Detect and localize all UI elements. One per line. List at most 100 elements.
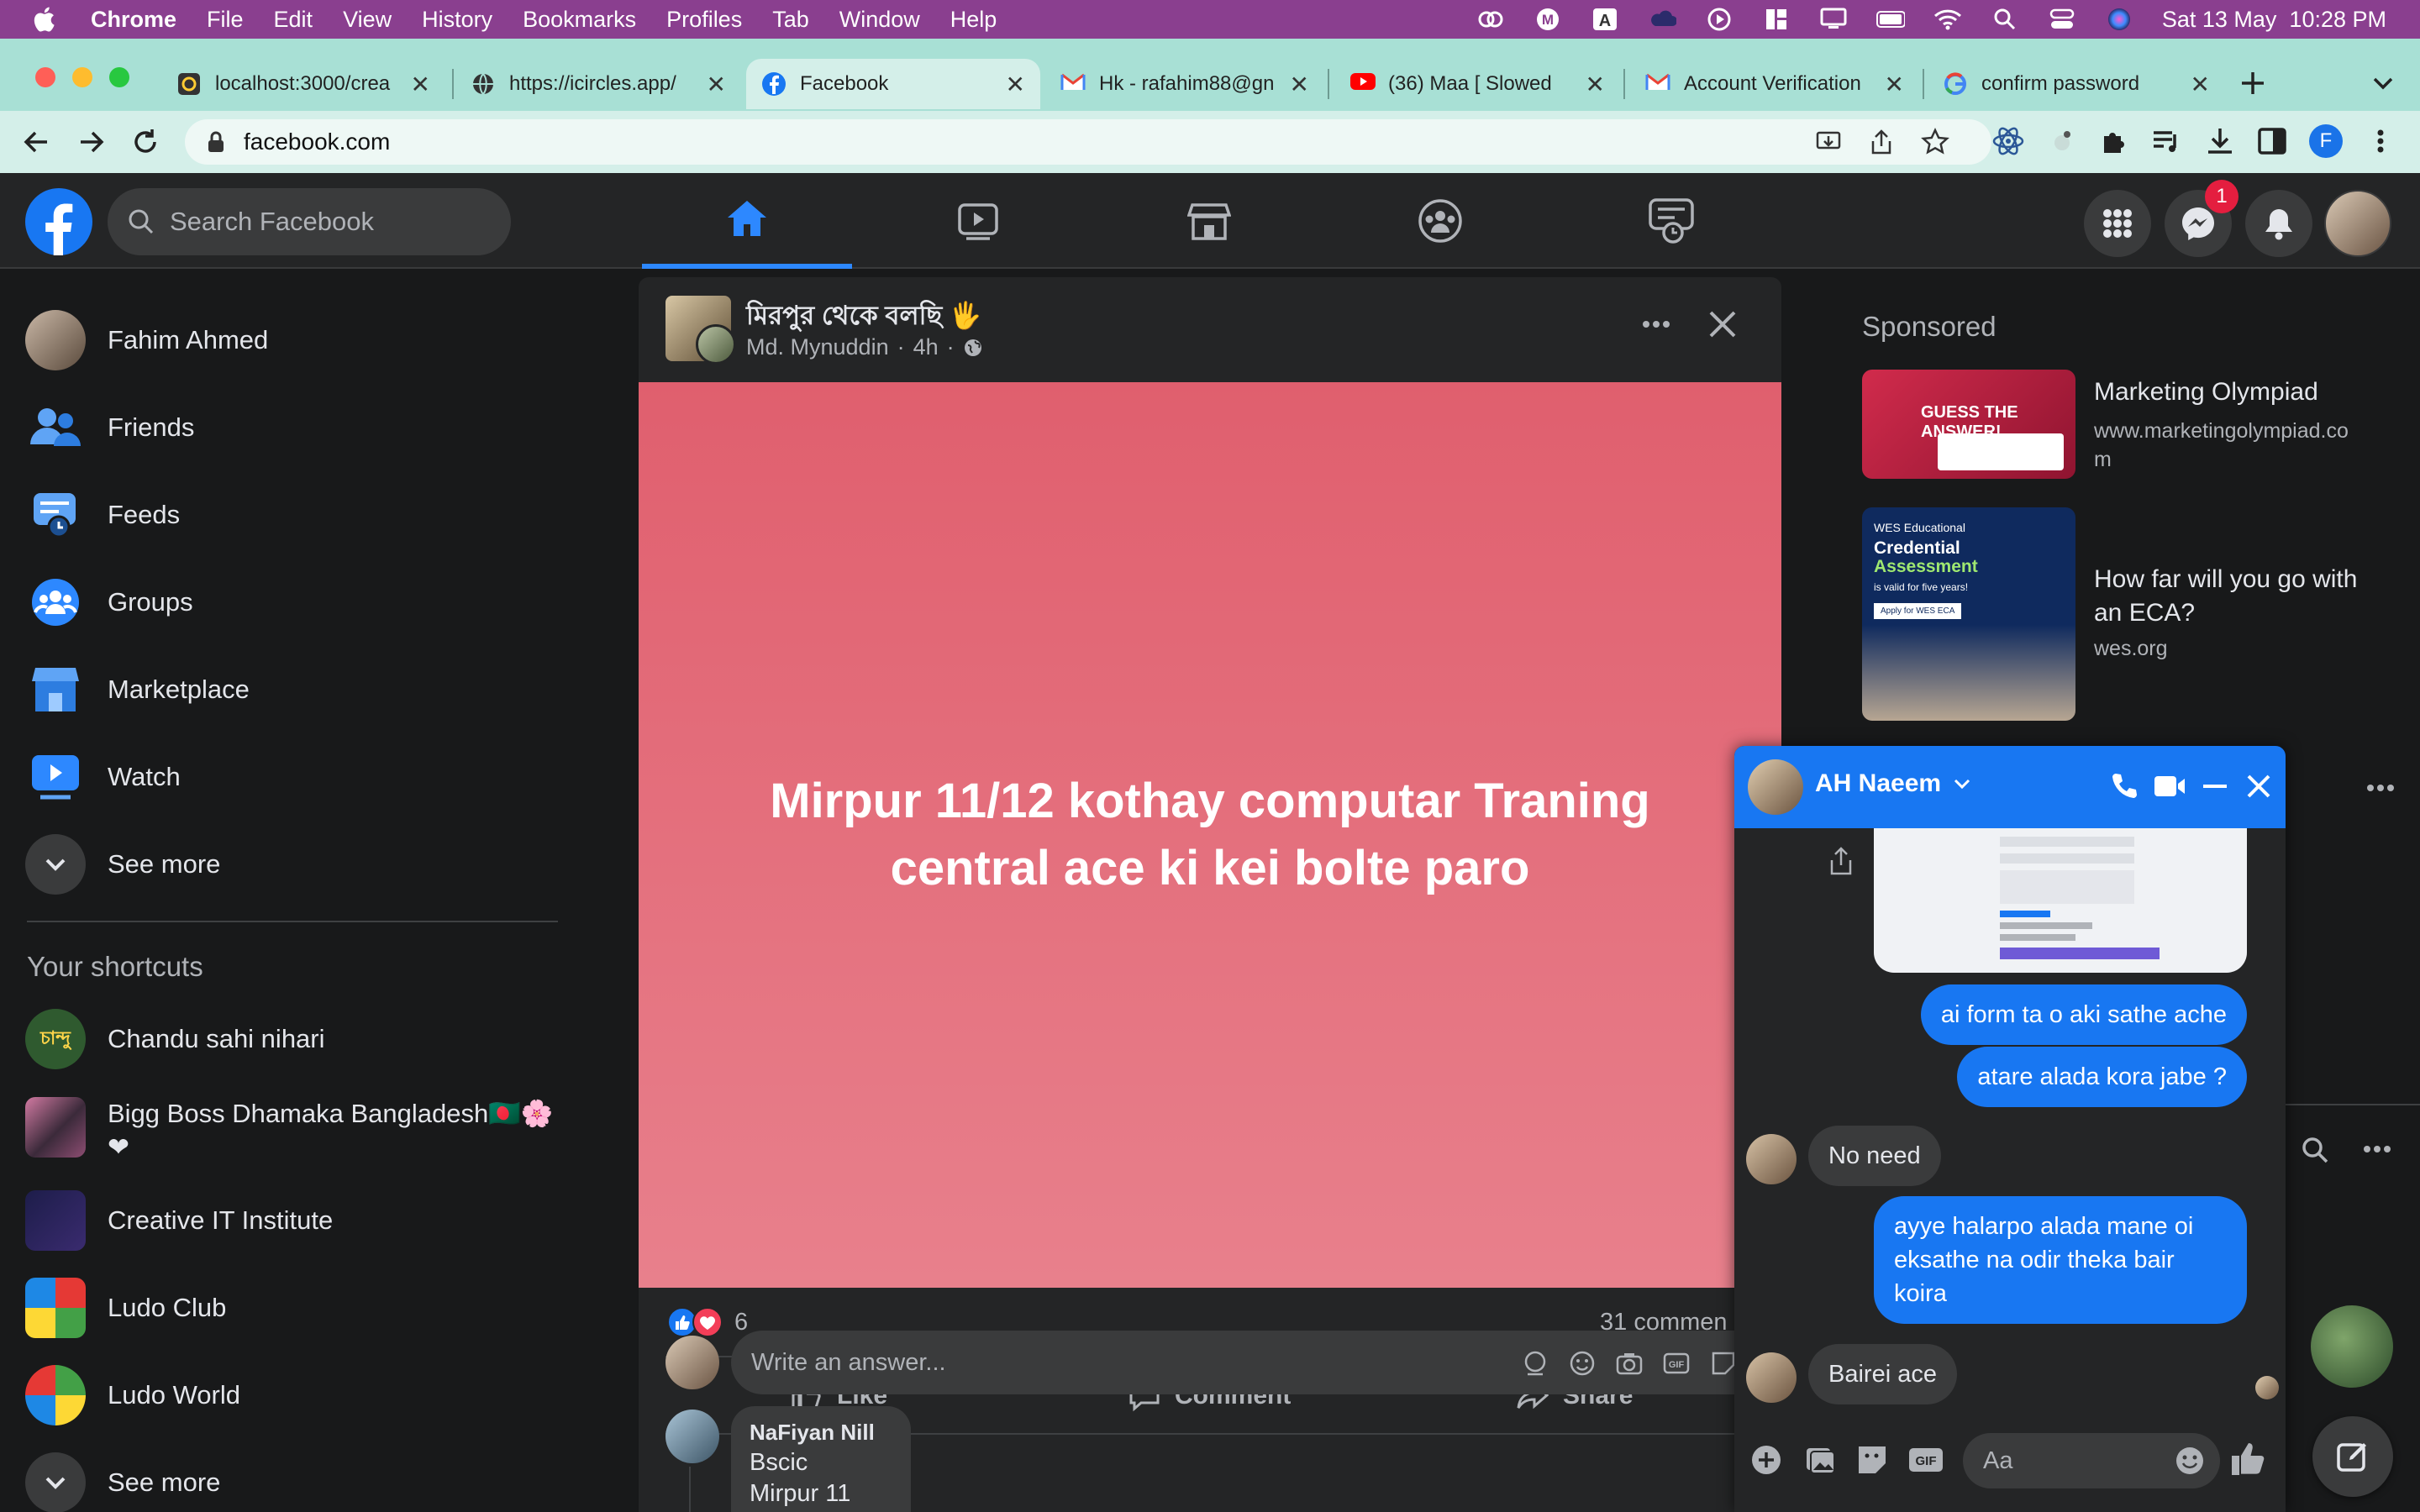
chat-add-icon[interactable] [1749,1443,1783,1477]
menu-edit[interactable]: Edit [274,7,313,33]
menu-view[interactable]: View [343,7,392,33]
browser-tab-youtube[interactable]: (36) Maa [ Slowed ✕ [1334,59,1620,109]
contacts-options-icon[interactable] [2363,1144,2391,1154]
m-app-icon[interactable]: M [1534,7,1562,32]
chat-contact-avatar-small[interactable] [1746,1352,1797,1403]
gif-icon[interactable]: GIF [1662,1349,1691,1378]
menu-window[interactable]: Window [839,7,920,33]
shortcut-bigg-boss[interactable]: Bigg Boss Dhamaka Bangladesh🇧🇩🌸 ❤ [25,1080,571,1186]
text-input-icon[interactable]: A [1591,7,1619,32]
window-layout-icon[interactable] [1762,7,1791,32]
extensions-puzzle-icon[interactable] [2097,124,2131,158]
close-post-icon[interactable] [1707,309,1738,339]
ad-marketing-olympiad-image[interactable]: GUESS THE ANSWER! [1862,370,2075,479]
battery-icon[interactable] [1876,7,1905,32]
account-avatar[interactable] [2324,190,2391,257]
display-icon[interactable] [1819,7,1848,32]
group-title[interactable]: মিরপুর থেকে বলছি 🖐 [746,296,981,339]
author-avatar[interactable] [696,324,736,365]
sidebar-item-marketplace[interactable]: Marketplace [25,652,571,727]
shortcut-chandu-sahi-nihari[interactable]: চান্দু Chandu sahi nihari [25,1001,571,1077]
chat-contact-name-button[interactable]: AH Naeem [1815,769,1971,798]
notifications-button[interactable] [2245,190,2312,257]
camera-icon[interactable] [1615,1349,1644,1378]
sticker-icon[interactable] [1709,1349,1738,1378]
close-chat-icon[interactable] [2244,771,2274,801]
chat-photo-icon[interactable] [1803,1443,1837,1477]
spotlight-search-icon[interactable] [1991,7,2019,32]
window-zoom-button[interactable] [109,67,129,87]
sidebar-item-feeds[interactable]: Feeds [25,477,571,553]
tab-close-icon[interactable]: ✕ [411,71,430,98]
profile-avatar-button[interactable]: F [2309,124,2343,158]
tab-close-icon[interactable]: ✕ [1006,71,1025,98]
menu-file[interactable]: File [207,7,244,33]
chat-emoji-icon[interactable] [2175,1446,2205,1476]
media-playlist-icon[interactable] [2149,124,2183,158]
browser-tab-account-verification[interactable]: Account Verification ✕ [1630,59,1919,109]
shortcut-creative-it-institute[interactable]: Creative IT Institute [25,1183,571,1258]
browser-tab-gmail-hk[interactable]: Hk - rafahim88@gn ✕ [1045,59,1324,109]
ad-title[interactable]: Marketing Olympiad [2094,378,2318,407]
tab-close-icon[interactable]: ✕ [1586,71,1605,98]
nav-tab-watch[interactable] [873,173,1083,269]
sidebar-item-watch[interactable]: Watch [25,739,571,815]
tab-close-icon[interactable]: ✕ [1885,71,1904,98]
creative-cloud-icon[interactable] [1476,7,1505,32]
commenter-avatar[interactable] [666,1410,719,1463]
browser-tab-google[interactable]: confirm password ✕ [1928,59,2225,109]
tab-close-icon[interactable]: ✕ [2191,71,2210,98]
sidebar-see-more-button[interactable]: See more [25,827,571,902]
shared-screenshot-image[interactable] [1874,828,2247,973]
reload-icon[interactable] [129,126,161,158]
sidebar-item-friends[interactable]: Friends [25,390,571,465]
menu-bookmarks[interactable]: Bookmarks [523,7,636,33]
chrome-menu-icon[interactable] [2368,124,2393,158]
phone-call-icon[interactable] [2109,771,2139,801]
commenter-name[interactable]: NaFiyan Nill [750,1420,892,1446]
window-close-button[interactable] [35,67,55,87]
menu-history[interactable]: History [422,7,492,33]
sidebar-item-profile[interactable]: Fahim Ahmed [25,302,571,378]
new-message-button[interactable] [2312,1416,2393,1497]
chat-contact-avatar-small[interactable] [1746,1134,1797,1184]
menu-profiles[interactable]: Profiles [666,7,742,33]
nav-tab-groups[interactable] [1335,173,1545,269]
facebook-logo-icon[interactable] [25,188,92,255]
apple-icon[interactable] [32,6,55,33]
facebook-search-input[interactable]: Search Facebook [108,188,511,255]
forward-arrow-icon[interactable] [76,126,108,158]
emoji-icon[interactable] [1568,1349,1597,1378]
answer-input[interactable]: Write an answer... GIF [731,1331,1781,1394]
reactions-summary[interactable]: 6 [667,1307,748,1337]
nav-tab-home[interactable] [642,173,852,269]
post-options-icon[interactable] [1642,319,1670,329]
video-call-icon[interactable] [2153,773,2186,800]
address-bar[interactable]: facebook.com [185,119,1991,165]
siri-icon[interactable] [2105,7,2133,32]
minimize-chat-icon[interactable] [2200,771,2230,801]
post-author[interactable]: Md. Mynuddin [746,334,889,360]
react-devtools-icon[interactable] [1991,124,2025,158]
nav-tab-feeds[interactable] [1566,173,1776,269]
back-arrow-icon[interactable] [20,126,52,158]
wifi-icon[interactable] [1933,7,1962,32]
ad-title[interactable]: How far will you go with an ECA? [2094,563,2357,630]
more-options-icon[interactable] [2366,783,2395,793]
chat-contact-avatar[interactable] [1748,759,1803,815]
nav-tab-marketplace[interactable] [1104,173,1314,269]
share-message-icon[interactable] [1827,845,1855,877]
tab-close-icon[interactable]: ✕ [1290,71,1309,98]
bookmark-star-icon[interactable] [1921,128,1949,156]
share-icon[interactable] [1869,128,1894,156]
browser-tab-icircles[interactable]: https://icircles.app/ ✕ [455,59,741,109]
menu-grid-button[interactable] [2084,190,2151,257]
avatar-sticker-icon[interactable] [1521,1349,1549,1378]
shortcut-ludo-world[interactable]: Ludo World [25,1357,571,1433]
browser-tab-localhost[interactable]: localhost:3000/crea ✕ [161,59,445,109]
menubar-clock[interactable]: Sat 13 May 10:28 PM [2162,7,2386,33]
chat-message-input[interactable]: Aa [1963,1433,2220,1488]
cloud-icon[interactable] [1648,7,1676,32]
new-tab-icon[interactable] [2235,66,2270,101]
shortcut-ludo-club[interactable]: Ludo Club [25,1270,571,1346]
